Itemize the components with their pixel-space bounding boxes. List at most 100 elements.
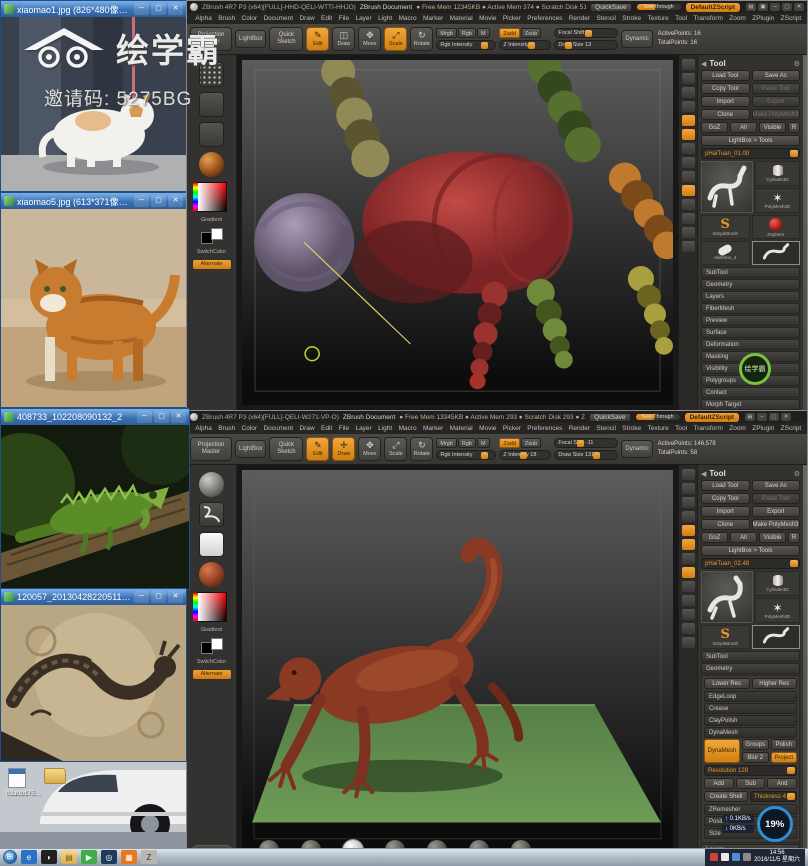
strip-icon[interactable] [681, 469, 695, 480]
see-through-slider[interactable]: See-through [635, 3, 682, 11]
strip-icon[interactable] [681, 87, 695, 98]
tool-polymesh3d[interactable]: ✶ PolyMesh3D [755, 188, 800, 213]
claypolish-section[interactable]: ClayPolish [704, 715, 797, 726]
tool-skeleton[interactable]: skeleton_4 [701, 241, 750, 265]
strip-icon[interactable] [681, 129, 695, 140]
z-intensity-slider[interactable]: Z Intensity [499, 40, 552, 50]
strip-icon[interactable] [681, 609, 695, 620]
copy-tool-button[interactable]: Copy Tool [701, 493, 750, 504]
move-button[interactable]: ✥ Move [358, 27, 382, 51]
projection-master-button[interactable]: Projection Master [190, 437, 232, 461]
image-window-titlebar[interactable]: xiaomao1.jpg (826*480像素，99KB) - 2345看图王 … [1, 1, 186, 17]
strip-icon[interactable] [681, 227, 695, 238]
menu-item[interactable]: Movie [476, 15, 500, 22]
menu-item[interactable]: Picker [500, 425, 524, 432]
menu-item[interactable]: Zoom [726, 425, 749, 432]
strip-icon[interactable] [681, 511, 695, 522]
blur-slider[interactable]: Blur 2 [742, 752, 769, 763]
add-button[interactable]: Add [704, 778, 734, 789]
mrgb-button[interactable]: Mrgb [436, 28, 457, 38]
project-button[interactable]: Project [770, 752, 797, 763]
strip-icon[interactable] [681, 553, 695, 564]
minimize-button[interactable]: ─ [137, 411, 152, 423]
rgb-intensity-slider[interactable]: Rgb Intensity [436, 450, 497, 460]
canvas-viewport[interactable] [237, 465, 678, 864]
strip-icon[interactable] [681, 241, 695, 252]
menu-item[interactable]: Transform [690, 425, 726, 432]
sub-button[interactable]: Sub [735, 778, 766, 789]
strip-icon[interactable] [681, 525, 695, 536]
material-thumbnail[interactable] [199, 562, 224, 587]
image-window-titlebar[interactable]: xiaomao5.jpg (613*371像素，78KB) - 2345看图王 … [1, 193, 186, 209]
goz-all-button[interactable]: All [730, 122, 757, 133]
collapse-icon[interactable]: ◀ [701, 60, 706, 68]
higher-res-button[interactable]: Higher Res [751, 678, 797, 689]
menu-item[interactable]: Tool [672, 425, 690, 432]
draw-size-slider[interactable]: Draw Size 131 [554, 450, 619, 460]
strip-icon[interactable] [681, 213, 695, 224]
strip-icon[interactable] [681, 497, 695, 508]
tool-section[interactable]: Preview [701, 315, 800, 326]
strip-icon[interactable] [681, 623, 695, 634]
edit-button[interactable]: ✎ Edit [306, 27, 330, 51]
strip-icon[interactable] [681, 595, 695, 606]
clone-button[interactable]: Clone [701, 519, 750, 530]
close-button[interactable]: ✕ [168, 3, 183, 15]
zadd-button[interactable]: Zadd [499, 28, 520, 38]
menu-item[interactable]: Render [566, 425, 594, 432]
rgb-button[interactable]: Rgb [457, 438, 476, 448]
menu-item[interactable]: Edit [318, 425, 336, 432]
tool-section[interactable]: Deformation [701, 339, 800, 350]
minimize-button[interactable]: ─ [134, 3, 149, 15]
menu-item[interactable]: Stencil [593, 15, 619, 22]
menu-item[interactable]: Document [260, 425, 296, 432]
current-tool-preview[interactable] [701, 161, 753, 213]
menu-item[interactable]: Macro [395, 15, 419, 22]
menu-item[interactable]: Transform [690, 15, 726, 22]
tool-polymesh3d[interactable]: ✶ PolyMesh3D [755, 598, 800, 623]
make-polymesh3d-button[interactable]: Make PolyMesh3D [751, 519, 800, 530]
desktop-file-label[interactable]: 03a0b175... [0, 790, 46, 797]
r-button[interactable]: R [788, 532, 800, 543]
menu-item[interactable]: Light [375, 425, 395, 432]
rgb-intensity-slider[interactable]: Rgb Intensity [436, 40, 497, 50]
menu-item[interactable]: File [335, 425, 352, 432]
tool-section[interactable]: SubTool [701, 267, 800, 278]
menu-item[interactable]: Picker [500, 15, 524, 22]
dynamesh-section[interactable]: DynaMesh [704, 727, 797, 738]
alpha-thumbnail[interactable] [199, 532, 224, 557]
resolution-slider[interactable]: Resolution 128 [704, 765, 797, 776]
tool-section[interactable]: Geometry [701, 279, 800, 290]
maximize-button[interactable]: ▢ [151, 3, 166, 15]
and-button[interactable]: And [767, 778, 798, 789]
dynamic-button[interactable]: Dynamic [621, 440, 653, 458]
lightbox-button[interactable]: LightBox [235, 440, 267, 458]
menu-item[interactable]: Layer [352, 15, 375, 22]
switchcolor-button[interactable]: SwitchColor [197, 249, 226, 255]
tool-simplebrush[interactable]: S SimpleBrush [701, 625, 750, 649]
tool-section-subtool[interactable]: SubTool [701, 651, 800, 662]
strip-icon[interactable] [681, 483, 695, 494]
menu-item[interactable]: Layer [352, 425, 375, 432]
alternate-button[interactable]: Alternate [192, 260, 231, 269]
tool-section[interactable]: Layers [701, 291, 800, 302]
mrgb-button[interactable]: Mrgb [436, 438, 457, 448]
zsub-button[interactable]: Zsub [520, 438, 542, 448]
draw-button[interactable]: ◫ Draw [332, 27, 356, 51]
focal-shift-slider[interactable]: Focal Shift 0 [554, 28, 619, 38]
menu-item[interactable]: Brush [215, 425, 238, 432]
z-intensity-slider[interactable]: Z Intensity 18 [499, 450, 552, 460]
focal-shift-slider[interactable]: Focal Shift -11 [554, 438, 619, 448]
quick-sketch-button[interactable]: Quick Sketch [269, 437, 304, 461]
stroke-thumbnail[interactable] [199, 92, 224, 117]
r-button[interactable]: R [788, 122, 800, 133]
switchcolor-button[interactable]: SwitchColor [197, 659, 226, 665]
strip-icon[interactable] [681, 567, 695, 578]
zbrush-titlebar[interactable]: ZBrush 4R7 P3 (x64)[FULL]-HHD-QELI-WTTI-… [187, 1, 807, 13]
m-button[interactable]: M [476, 438, 490, 448]
tray-clock[interactable]: 14:56 2016/11/5 星期六 [754, 850, 800, 865]
secondary-color-swatch[interactable] [210, 638, 223, 650]
goz-visible-button[interactable]: Visible [759, 122, 786, 133]
taskbar-viewer-icon[interactable]: ▦ [121, 850, 137, 864]
tool-section[interactable]: Contact [701, 387, 800, 398]
